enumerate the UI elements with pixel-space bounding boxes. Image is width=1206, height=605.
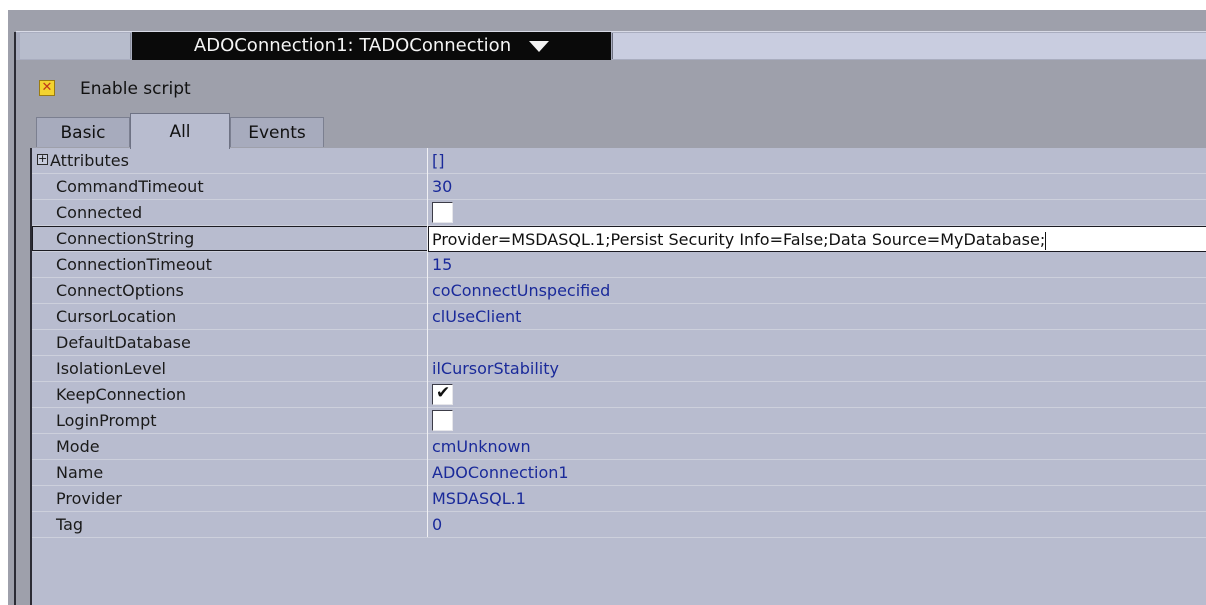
property-name: Connected <box>56 203 143 222</box>
property-row-cursorlocation[interactable]: CursorLocation clUseClient <box>32 304 1206 330</box>
tab-all[interactable]: All <box>130 113 230 149</box>
connected-checkbox[interactable] <box>432 202 453 223</box>
property-row-name[interactable]: Name ADOConnection1 <box>32 460 1206 486</box>
property-name: KeepConnection <box>56 385 187 404</box>
property-value[interactable]: 30 <box>432 174 452 199</box>
property-name: CursorLocation <box>56 307 177 326</box>
object-selector-dropdown[interactable]: ADOConnection1: TADOConnection <box>132 32 611 60</box>
expand-plus-icon[interactable]: + <box>37 153 48 165</box>
property-row-provider[interactable]: Provider MSDASQL.1 <box>32 486 1206 512</box>
selector-bar-left-segment <box>20 33 131 59</box>
selector-bar-right-segment <box>612 33 1206 59</box>
loginprompt-checkbox[interactable] <box>432 410 453 431</box>
object-selector-label: ADOConnection1: TADOConnection <box>193 35 512 56</box>
property-name: Mode <box>56 437 100 456</box>
property-value[interactable]: [] <box>432 148 444 173</box>
property-name: Attributes <box>50 151 129 170</box>
property-row-defaultdatabase[interactable]: DefaultDatabase <box>32 330 1206 356</box>
property-name: CommandTimeout <box>56 177 204 196</box>
keepconnection-checkbox[interactable]: ✔ <box>432 383 453 405</box>
property-value[interactable]: MSDASQL.1 <box>432 486 526 511</box>
property-row-keepconnection[interactable]: KeepConnection ✔ <box>32 382 1206 408</box>
property-value[interactable]: clUseClient <box>432 304 521 329</box>
checkmark-icon: ✔ <box>436 383 451 403</box>
property-row-tag[interactable]: Tag 0 <box>32 512 1206 538</box>
property-row-loginprompt[interactable]: LoginPrompt <box>32 408 1206 434</box>
property-value[interactable]: ilCursorStability <box>432 356 559 381</box>
property-row-commandtimeout[interactable]: CommandTimeout 30 <box>32 174 1206 200</box>
property-name: Provider <box>56 489 122 508</box>
property-row-connectoptions[interactable]: ConnectOptions coConnectUnspecified <box>32 278 1206 304</box>
property-name: DefaultDatabase <box>56 333 191 352</box>
property-row-connected[interactable]: Connected <box>32 200 1206 226</box>
checked-x-icon: ✕ <box>41 80 53 95</box>
property-value[interactable]: 15 <box>432 252 452 277</box>
property-name: LoginPrompt <box>56 411 157 430</box>
tab-events[interactable]: Events <box>230 117 324 147</box>
property-name: Name <box>56 463 104 482</box>
property-row-attributes[interactable]: + Attributes [] <box>32 148 1206 174</box>
property-row-connectionstring[interactable]: ConnectionString Provider=MSDASQL.1;Pers… <box>32 226 1206 252</box>
property-value[interactable]: ADOConnection1 <box>432 460 569 485</box>
property-row-mode[interactable]: Mode cmUnknown <box>32 434 1206 460</box>
property-value[interactable]: coConnectUnspecified <box>432 278 610 303</box>
connectionstring-edit-field[interactable]: Provider=MSDASQL.1;Persist Security Info… <box>428 226 1206 252</box>
property-name: ConnectionString <box>56 229 195 248</box>
property-name: ConnectionTimeout <box>56 255 212 274</box>
property-value[interactable]: 0 <box>432 512 442 537</box>
dropdown-arrow-icon[interactable] <box>529 40 550 52</box>
property-row-connectiontimeout[interactable]: ConnectionTimeout 15 <box>32 252 1206 278</box>
property-row-isolationlevel[interactable]: IsolationLevel ilCursorStability <box>32 356 1206 382</box>
property-name: ConnectOptions <box>56 281 184 300</box>
tab-basic[interactable]: Basic <box>36 117 130 147</box>
property-value[interactable]: cmUnknown <box>432 434 531 459</box>
text-cursor <box>1045 231 1047 250</box>
window-border <box>14 32 16 605</box>
column-divider[interactable] <box>427 148 428 537</box>
connectionstring-value: Provider=MSDASQL.1;Persist Security Info… <box>432 230 1046 249</box>
enable-script-checkbox[interactable]: ✕ <box>39 80 55 96</box>
property-name: IsolationLevel <box>56 359 166 378</box>
enable-script-label: Enable script <box>80 79 191 99</box>
property-name: Tag <box>56 515 84 534</box>
